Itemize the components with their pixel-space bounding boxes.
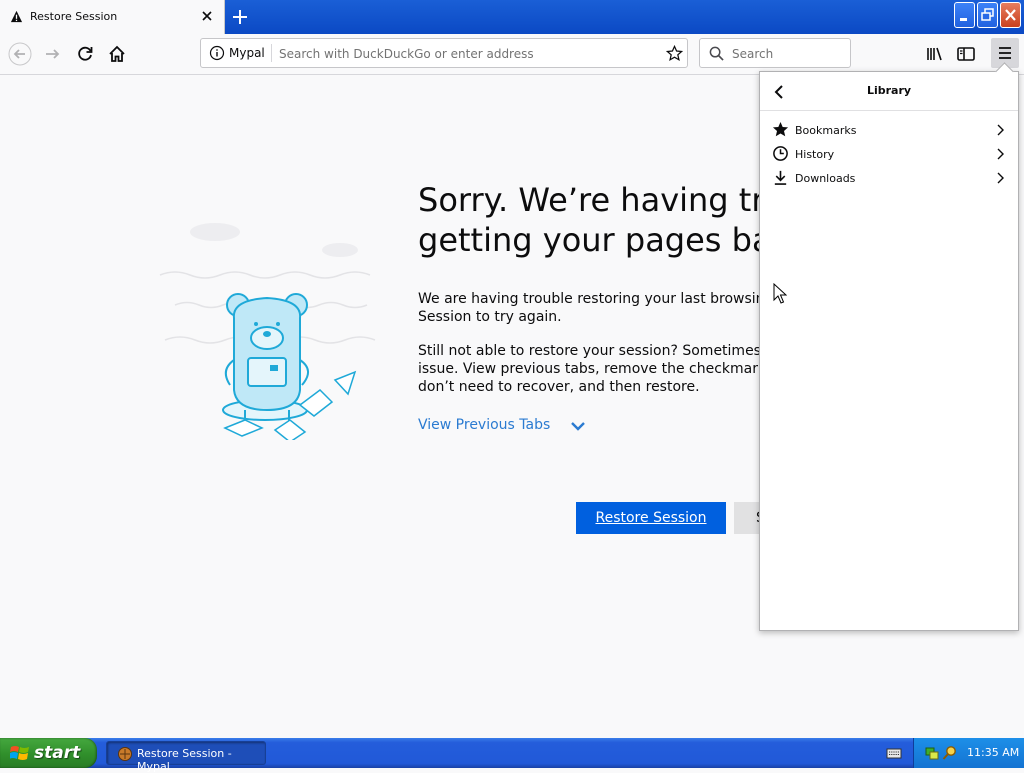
address-input[interactable] [277, 43, 651, 65]
library-header: Library [760, 72, 1018, 111]
chevron-down-icon[interactable] [570, 419, 586, 433]
close-window-button[interactable] [1000, 2, 1021, 28]
minimize-button[interactable] [954, 2, 975, 28]
library-item-downloads[interactable]: Downloads [760, 166, 1018, 190]
forward-icon[interactable] [41, 42, 65, 66]
star-icon [772, 121, 789, 137]
clock: 11:35 AM [967, 746, 1020, 759]
restore-window-icon [981, 8, 994, 21]
restore-window-button[interactable] [977, 2, 998, 28]
info-icon[interactable] [209, 45, 225, 61]
chevron-right-icon [997, 148, 1004, 160]
network-icon[interactable] [924, 745, 940, 761]
warning-icon [10, 10, 23, 23]
chevron-right-icon [997, 124, 1004, 136]
mouse-pointer-icon [773, 283, 787, 304]
search-input[interactable] [730, 43, 844, 65]
clock-icon [773, 146, 788, 161]
sad-bear-illustration [159, 223, 376, 440]
library-item-label: Bookmarks [795, 124, 857, 137]
home-icon[interactable] [105, 42, 129, 66]
taskbar: start Restore Session - Mypal 11:35 AM [0, 738, 1024, 773]
library-icon[interactable] [923, 42, 947, 66]
library-item-label: History [795, 148, 835, 161]
tab-title: Restore Session [30, 10, 118, 23]
library-item-history[interactable]: History [760, 142, 1018, 166]
reload-icon[interactable] [73, 42, 97, 66]
bookmark-star-icon[interactable] [666, 45, 683, 62]
taskbar-item-mypal[interactable]: Restore Session - Mypal [106, 741, 266, 773]
system-tray: 11:35 AM [913, 738, 1024, 768]
search-bar[interactable] [699, 38, 851, 68]
restore-session-button[interactable]: Restore Session [576, 502, 726, 534]
library-panel: Library Bookmarks History Downloads [759, 62, 1019, 631]
mypal-app-icon [118, 747, 132, 761]
tab-restore-session[interactable]: Restore Session [0, 0, 225, 34]
site-identity-label[interactable]: Mypal [229, 46, 265, 60]
start-label: start [34, 743, 81, 763]
close-icon [1005, 9, 1016, 21]
chevron-right-icon [997, 172, 1004, 184]
view-previous-tabs-link[interactable]: View Previous Tabs [418, 417, 550, 433]
sidebar-icon[interactable] [954, 42, 978, 66]
close-tab-icon[interactable] [199, 8, 215, 24]
library-item-bookmarks[interactable]: Bookmarks [760, 118, 1018, 142]
minimize-icon [960, 18, 967, 21]
search-icon [709, 46, 724, 61]
download-icon [774, 170, 787, 185]
windows-logo-icon [10, 746, 29, 760]
divider [271, 44, 272, 62]
new-tab-icon[interactable] [229, 6, 251, 28]
keyboard-icon[interactable] [886, 746, 902, 760]
tab-strip: Restore Session [0, 0, 1024, 34]
taskbar-item-label: Restore Session - Mypal [137, 747, 232, 773]
library-title: Library [866, 84, 912, 97]
library-item-label: Downloads [795, 172, 856, 185]
search-tray-icon[interactable] [942, 745, 958, 761]
address-bar[interactable]: Mypal [200, 38, 688, 68]
start-button[interactable]: start [0, 738, 97, 768]
navigation-toolbar: Mypal [0, 34, 1024, 75]
back-icon[interactable] [8, 42, 32, 66]
